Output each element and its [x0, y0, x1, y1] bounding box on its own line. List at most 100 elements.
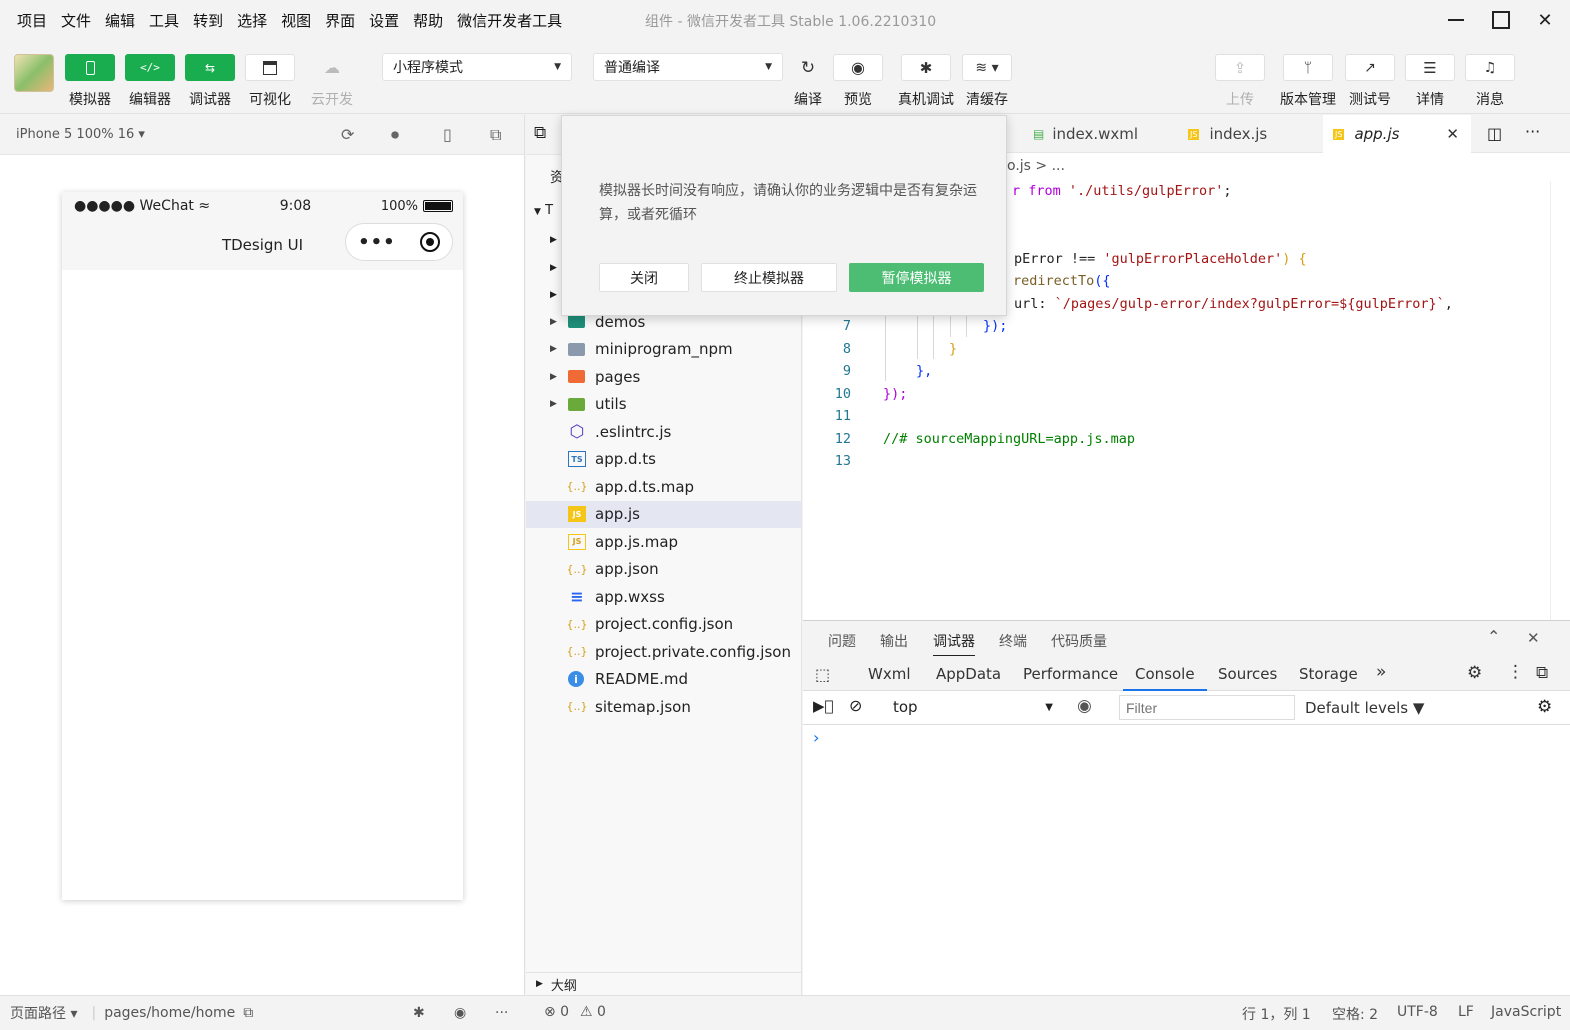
tab-index-wxml[interactable]: ▤ index.wxml [1023, 115, 1173, 153]
chevron-up-icon[interactable]: ⌃ [1487, 627, 1500, 646]
menu-project[interactable]: 项目 [10, 10, 54, 31]
tab-terminal[interactable]: 终端 [999, 631, 1027, 651]
eol[interactable]: LF [1458, 1004, 1474, 1020]
clear-cache-button[interactable]: ≋ ▾ 清缓存 [962, 54, 1012, 109]
inspect-icon[interactable]: ⬚ [815, 665, 830, 684]
more-icon[interactable]: ••• [358, 232, 396, 253]
simulator-button[interactable]: 模拟器 [65, 54, 115, 109]
compile-button[interactable]: ↻ 编译 [783, 54, 833, 109]
file-item[interactable]: JS app.js.map [526, 528, 802, 555]
folder-item[interactable]: ▶ pages [526, 363, 802, 390]
close-button[interactable]: 关闭 [599, 263, 689, 292]
file-item[interactable]: {..} app.d.ts.map [526, 473, 802, 500]
console-prompt[interactable]: › [813, 728, 819, 747]
language-mode[interactable]: JavaScript [1491, 1004, 1561, 1020]
menu-select[interactable]: 选择 [230, 10, 274, 31]
page-path-label[interactable]: 页面路径 ▾ [10, 1003, 77, 1023]
menu-goto[interactable]: 转到 [186, 10, 230, 31]
tab-storage[interactable]: Storage [1299, 665, 1358, 683]
menu-interface[interactable]: 界面 [318, 10, 362, 31]
version-button[interactable]: ᛘ 版本管理 [1280, 54, 1336, 109]
eye-icon[interactable]: ◉ [454, 1005, 466, 1021]
tab-sources[interactable]: Sources [1218, 665, 1277, 683]
file-item[interactable]: {..} sitemap.json [526, 693, 802, 720]
popout-icon[interactable]: ⧉ [490, 125, 501, 145]
clear-console-icon[interactable]: ⊘ [849, 696, 862, 715]
test-account-button[interactable]: ↗ 测试号 [1345, 54, 1395, 109]
tab-appdata[interactable]: AppData [936, 665, 1001, 683]
close-icon[interactable]: ✕ [1446, 125, 1459, 143]
compile-select[interactable]: 普通编译 ▼ [593, 53, 783, 81]
file-item[interactable]: ⬡ .eslintrc.js [526, 418, 802, 445]
split-editor-icon[interactable]: ◫ [1487, 124, 1502, 143]
menu-tools[interactable]: 工具 [142, 10, 186, 31]
mode-select[interactable]: 小程序模式 ▼ [382, 53, 572, 81]
sidebar-toggle-icon[interactable]: ▶⃞ [813, 697, 834, 715]
encoding[interactable]: UTF-8 [1397, 1004, 1438, 1020]
record-icon[interactable] [419, 232, 440, 252]
dock-icon[interactable]: ⧉ [1536, 663, 1548, 683]
tab-code-quality[interactable]: 代码质量 [1051, 631, 1107, 651]
messages-button[interactable]: ♫ 消息 [1465, 54, 1515, 109]
file-item[interactable]: TS app.d.ts [526, 446, 802, 473]
file-item[interactable]: {..} app.json [526, 556, 802, 583]
device-select[interactable]: iPhone 5 100% 16 ▾ [16, 127, 145, 142]
visual-button[interactable]: 可视化 [245, 54, 295, 109]
scrollbar[interactable] [1550, 181, 1570, 620]
tab-index-js[interactable]: JS index.js [1178, 115, 1318, 153]
menu-settings[interactable]: 设置 [362, 10, 406, 31]
context-select[interactable]: top ▼ [883, 693, 1061, 721]
filter-input[interactable] [1119, 695, 1295, 720]
tab-wxml[interactable]: Wxml [868, 665, 911, 683]
bug-icon[interactable]: ✱ [413, 1005, 425, 1021]
menu-devtools[interactable]: 微信开发者工具 [450, 10, 569, 31]
tab-output[interactable]: 输出 [880, 631, 908, 651]
file-item[interactable]: {..} project.private.config.json [526, 638, 802, 665]
more-icon[interactable]: ··· [495, 1005, 508, 1021]
outline-section[interactable]: ▶ 大纲 [526, 972, 802, 995]
preview-button[interactable]: ◉ 预览 [833, 54, 883, 109]
eye-icon[interactable]: ◉ [1077, 696, 1092, 716]
file-item[interactable]: {..} project.config.json [526, 611, 802, 638]
tab-console[interactable]: Console [1123, 665, 1207, 691]
chevron-right-icon[interactable]: ▶ [550, 290, 557, 300]
tab-problems[interactable]: 问题 [828, 631, 856, 651]
tab-app-js[interactable]: JS app.js ✕ [1323, 115, 1471, 153]
more-tabs-icon[interactable]: » [1376, 662, 1386, 682]
menu-help[interactable]: 帮助 [406, 10, 450, 31]
pause-simulator-button[interactable]: 暂停模拟器 [849, 263, 984, 292]
root-folder[interactable]: ▼ T [534, 203, 553, 218]
more-vertical-icon[interactable]: ⋮ [1507, 662, 1524, 682]
menu-view[interactable]: 视图 [274, 10, 318, 31]
upload-button[interactable]: ⇪ 上传 [1215, 54, 1265, 109]
copy-icon[interactable]: ⧉ [534, 123, 546, 143]
close-window-button[interactable]: ✕ [1531, 6, 1559, 34]
gear-icon[interactable]: ⚙ [1537, 697, 1552, 717]
indent-setting[interactable]: 空格: 2 [1332, 1004, 1378, 1024]
chevron-right-icon[interactable]: ▶ [550, 263, 557, 273]
folder-item[interactable]: ▶ miniprogram_npm [526, 336, 802, 363]
details-button[interactable]: ☰ 详情 [1405, 54, 1455, 109]
maximize-button[interactable] [1487, 6, 1515, 34]
tab-performance[interactable]: Performance [1023, 665, 1118, 683]
warnings-count[interactable]: ⚠ 0 [580, 1004, 606, 1020]
file-item[interactable]: i README.md [526, 666, 802, 693]
folder-item[interactable]: ▶ utils [526, 391, 802, 418]
more-icon[interactable]: ··· [1525, 122, 1540, 141]
editor-button[interactable]: </> 编辑器 [125, 54, 175, 109]
stop-icon[interactable]: ⏺ [391, 125, 399, 145]
close-icon[interactable]: ✕ [1527, 629, 1540, 647]
chevron-right-icon[interactable]: ▶ [550, 235, 557, 245]
rotate-icon[interactable]: ⟳ [341, 125, 354, 144]
mobile-icon[interactable]: ▯ [443, 125, 452, 144]
avatar[interactable] [14, 54, 54, 92]
levels-select[interactable]: Default levels ▼ [1305, 699, 1424, 717]
debugger-button[interactable]: ⇆ 调试器 [185, 54, 235, 109]
errors-count[interactable]: ⊗ 0 [544, 1004, 569, 1020]
real-debug-button[interactable]: ✱ 真机调试 [898, 54, 954, 109]
minimize-button[interactable] [1442, 6, 1470, 34]
tab-debugger[interactable]: 调试器 [933, 631, 975, 656]
file-item[interactable]: JS app.js [526, 500, 802, 528]
cursor-position[interactable]: 行 1，列 1 [1242, 1004, 1311, 1024]
file-item[interactable]: ≡ app.wxss [526, 583, 802, 610]
